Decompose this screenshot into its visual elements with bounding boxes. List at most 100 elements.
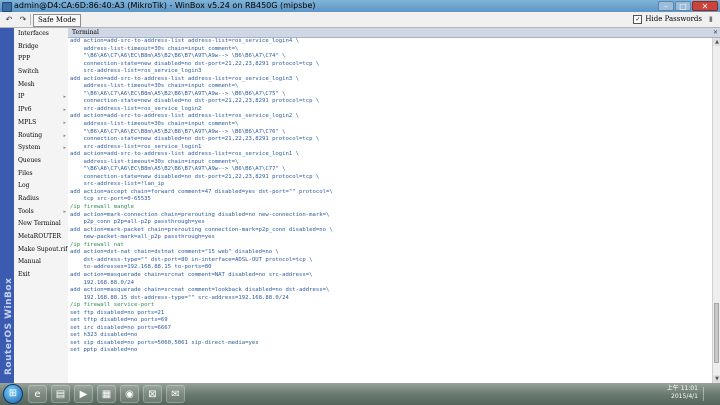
- main-menu: Interfaces Bridge PPP Switch Mesh IP ▸ IPv6 ▸ MPL…: [14, 28, 69, 383]
- hide-passwords-toggle[interactable]: ✓ Hide Passwords: [633, 14, 702, 25]
- menu-item-label: Files: [18, 169, 33, 177]
- submenu-arrow-icon: ▸: [63, 132, 66, 139]
- terminal-line: connection-state=new disabled=no dst-por…: [70, 173, 320, 180]
- terminal-line: src-address-list=ros_service_login2: [70, 105, 202, 112]
- terminal-line: set ftp disabled=no ports=21: [70, 309, 165, 316]
- terminal-line: add action=masquerade chain=srcnat comme…: [70, 271, 313, 278]
- terminal-line: "\B6\A6\C7\A6\EC\B8m\A5\B2\B6\B7\A9T\A9w…: [70, 53, 286, 60]
- menu-item-label: Bridge: [18, 42, 39, 50]
- terminal-line: add action=mark-connection chain=prerout…: [70, 211, 330, 218]
- terminal-line: set pptp disabled=no: [70, 347, 138, 354]
- terminal-scrollbar[interactable]: ▲ ▼: [712, 38, 720, 383]
- menu-item-ppp[interactable]: PPP: [14, 53, 68, 66]
- ie-icon[interactable]: e: [28, 385, 47, 403]
- terminal-line: add action=add-src-to-address-list addre…: [70, 113, 300, 120]
- media-icon[interactable]: ▶: [74, 385, 93, 403]
- undo-button[interactable]: ↶: [3, 14, 15, 25]
- terminal-line: add action=add-src-to-address-list addre…: [70, 151, 300, 158]
- toolbar-divider: [30, 14, 31, 25]
- calc-icon[interactable]: ▦: [97, 385, 116, 403]
- scroll-down-icon[interactable]: ▼: [713, 375, 720, 383]
- menu-item-files[interactable]: Files: [14, 168, 68, 181]
- menu-item-label: Radius: [18, 194, 39, 202]
- maximize-button[interactable]: □: [675, 1, 691, 11]
- menu-item-ipv6[interactable]: IPv6 ▸: [14, 104, 68, 117]
- terminal-line: add action=dst-nat chain=dstnat comment=…: [70, 249, 279, 256]
- menu-item-mpls[interactable]: MPLS ▸: [14, 117, 68, 130]
- minimize-button[interactable]: –: [658, 1, 674, 11]
- menu-item-label: System: [18, 144, 41, 152]
- side-brand-text: RouterOS WinBox: [4, 277, 14, 375]
- menu-item-label: Tools: [18, 207, 34, 215]
- submenu-arrow-icon: ▸: [63, 94, 66, 101]
- menu-item-tools[interactable]: Tools ▸: [14, 206, 68, 219]
- terminal-line: add action=mark-packet chain=prerouting …: [70, 226, 333, 233]
- terminal-close-icon[interactable]: ✕: [713, 28, 718, 37]
- terminal-line: address-list-timeout=30s chain=input com…: [70, 158, 239, 165]
- menu-item-new-terminal[interactable]: New Terminal: [14, 218, 68, 231]
- terminal-line: src-address-list=!lan_ip: [70, 181, 165, 188]
- menu-item-log[interactable]: Log: [14, 180, 68, 193]
- taskbar: ⊞ 上午 11:01 2015/4/1 e ▤ ▶ ▦ ◉ ⊠ ✉: [0, 383, 720, 405]
- submenu-arrow-icon: ▸: [63, 119, 66, 126]
- menu-item-exit[interactable]: Exit: [14, 269, 68, 282]
- terminal-line: connection-state=new disabled=no dst-por…: [70, 136, 320, 143]
- menu-item-radius[interactable]: Radius: [14, 193, 68, 206]
- window-controls: – □ ✕: [658, 1, 718, 11]
- terminal-line: set sip disabled=no ports=5060,5061 sip-…: [70, 339, 259, 346]
- terminal-line: add action=add-src-to-address-list addre…: [70, 75, 300, 82]
- winbox-side-strip: RouterOS WinBox: [0, 28, 14, 383]
- terminal-output[interactable]: add action=add-src-to-address-list addre…: [70, 38, 708, 383]
- app-icon[interactable]: ◉: [120, 385, 139, 403]
- menu-item-make-supout-rif[interactable]: Make Supout.rif: [14, 244, 68, 257]
- terminal-line: address-list-timeout=30s chain=input com…: [70, 121, 239, 128]
- winbox-app-icon: [2, 2, 12, 12]
- menu-item-system[interactable]: System ▸: [14, 142, 68, 155]
- terminal-line: set h323 disabled=no: [70, 332, 138, 339]
- redo-button[interactable]: ↷: [17, 14, 29, 25]
- clock-time: 上午 11:01: [666, 385, 698, 392]
- tools-icon[interactable]: ✉: [166, 385, 185, 403]
- menu-item-label: Log: [18, 182, 30, 190]
- hide-passwords-label: Hide Passwords: [645, 15, 702, 23]
- safe-mode-button[interactable]: Safe Mode: [33, 14, 81, 27]
- submenu-arrow-icon: ▸: [63, 208, 66, 215]
- folder-icon[interactable]: ▤: [51, 385, 70, 403]
- menu-item-label: PPP: [18, 55, 31, 63]
- hide-passwords-checkbox[interactable]: ✓: [633, 15, 643, 24]
- menu-item-bridge[interactable]: Bridge: [14, 41, 68, 54]
- menu-item-label: Mesh: [18, 80, 35, 88]
- terminal-line: /ip firewall nat: [70, 241, 124, 248]
- menu-item-label: MPLS: [18, 118, 37, 126]
- title-bar: admin@D4:CA:6D:86:40:A3 (MikroTik) - Win…: [0, 0, 720, 12]
- terminal-line: address-list-timeout=30s chain=input com…: [70, 45, 239, 52]
- menu-item-routing[interactable]: Routing ▸: [14, 130, 68, 143]
- show-desktop-button[interactable]: [703, 387, 714, 401]
- terminal-line: "\B6\A6\C7\A6\EC\B8m\A5\B2\B6\B7\A9T\A9w…: [70, 128, 286, 135]
- menu-item-mesh[interactable]: Mesh: [14, 79, 68, 92]
- menu-item-label: Queues: [18, 156, 41, 164]
- terminal-line: add action=masquerade chain=srcnat comme…: [70, 287, 330, 294]
- scroll-thumb[interactable]: [714, 303, 719, 363]
- terminal-line: set tftp disabled=no ports=69: [70, 317, 168, 324]
- terminal-line: /ip firewall mangle: [70, 204, 134, 211]
- window-title: admin@D4:CA:6D:86:40:A3 (MikroTik) - Win…: [14, 1, 316, 10]
- terminal-line: /ip firewall service-port: [70, 302, 155, 309]
- menu-item-metarouter[interactable]: MetaROUTER: [14, 231, 68, 244]
- terminal-line: "\B6\A6\C7\A6\EC\B8m\A5\B2\B6\B7\A9T\A9w…: [70, 90, 286, 97]
- menu-item-ip[interactable]: IP ▸: [14, 91, 68, 104]
- terminal-line: dst-address-type="" dst-port=80 in-inter…: [70, 256, 313, 263]
- close-button[interactable]: ✕: [692, 1, 718, 11]
- terminal-line: src-address-list=ros_service_login1: [70, 143, 202, 150]
- menu-item-interfaces[interactable]: Interfaces: [14, 28, 68, 41]
- start-button[interactable]: ⊞: [3, 384, 23, 404]
- menu-item-manual[interactable]: Manual: [14, 256, 68, 269]
- scroll-up-icon[interactable]: ▲: [713, 38, 720, 46]
- lock-icon: ▮: [709, 15, 713, 23]
- menu-item-label: Switch: [18, 68, 39, 76]
- winbox-icon[interactable]: ⊠: [143, 385, 162, 403]
- menu-item-switch[interactable]: Switch: [14, 66, 68, 79]
- menu-item-queues[interactable]: Queues: [14, 155, 68, 168]
- toolbar: ↶ ↷ Safe Mode ✓ Hide Passwords ▮: [0, 12, 720, 28]
- clock[interactable]: 上午 11:01 2015/4/1: [667, 385, 698, 401]
